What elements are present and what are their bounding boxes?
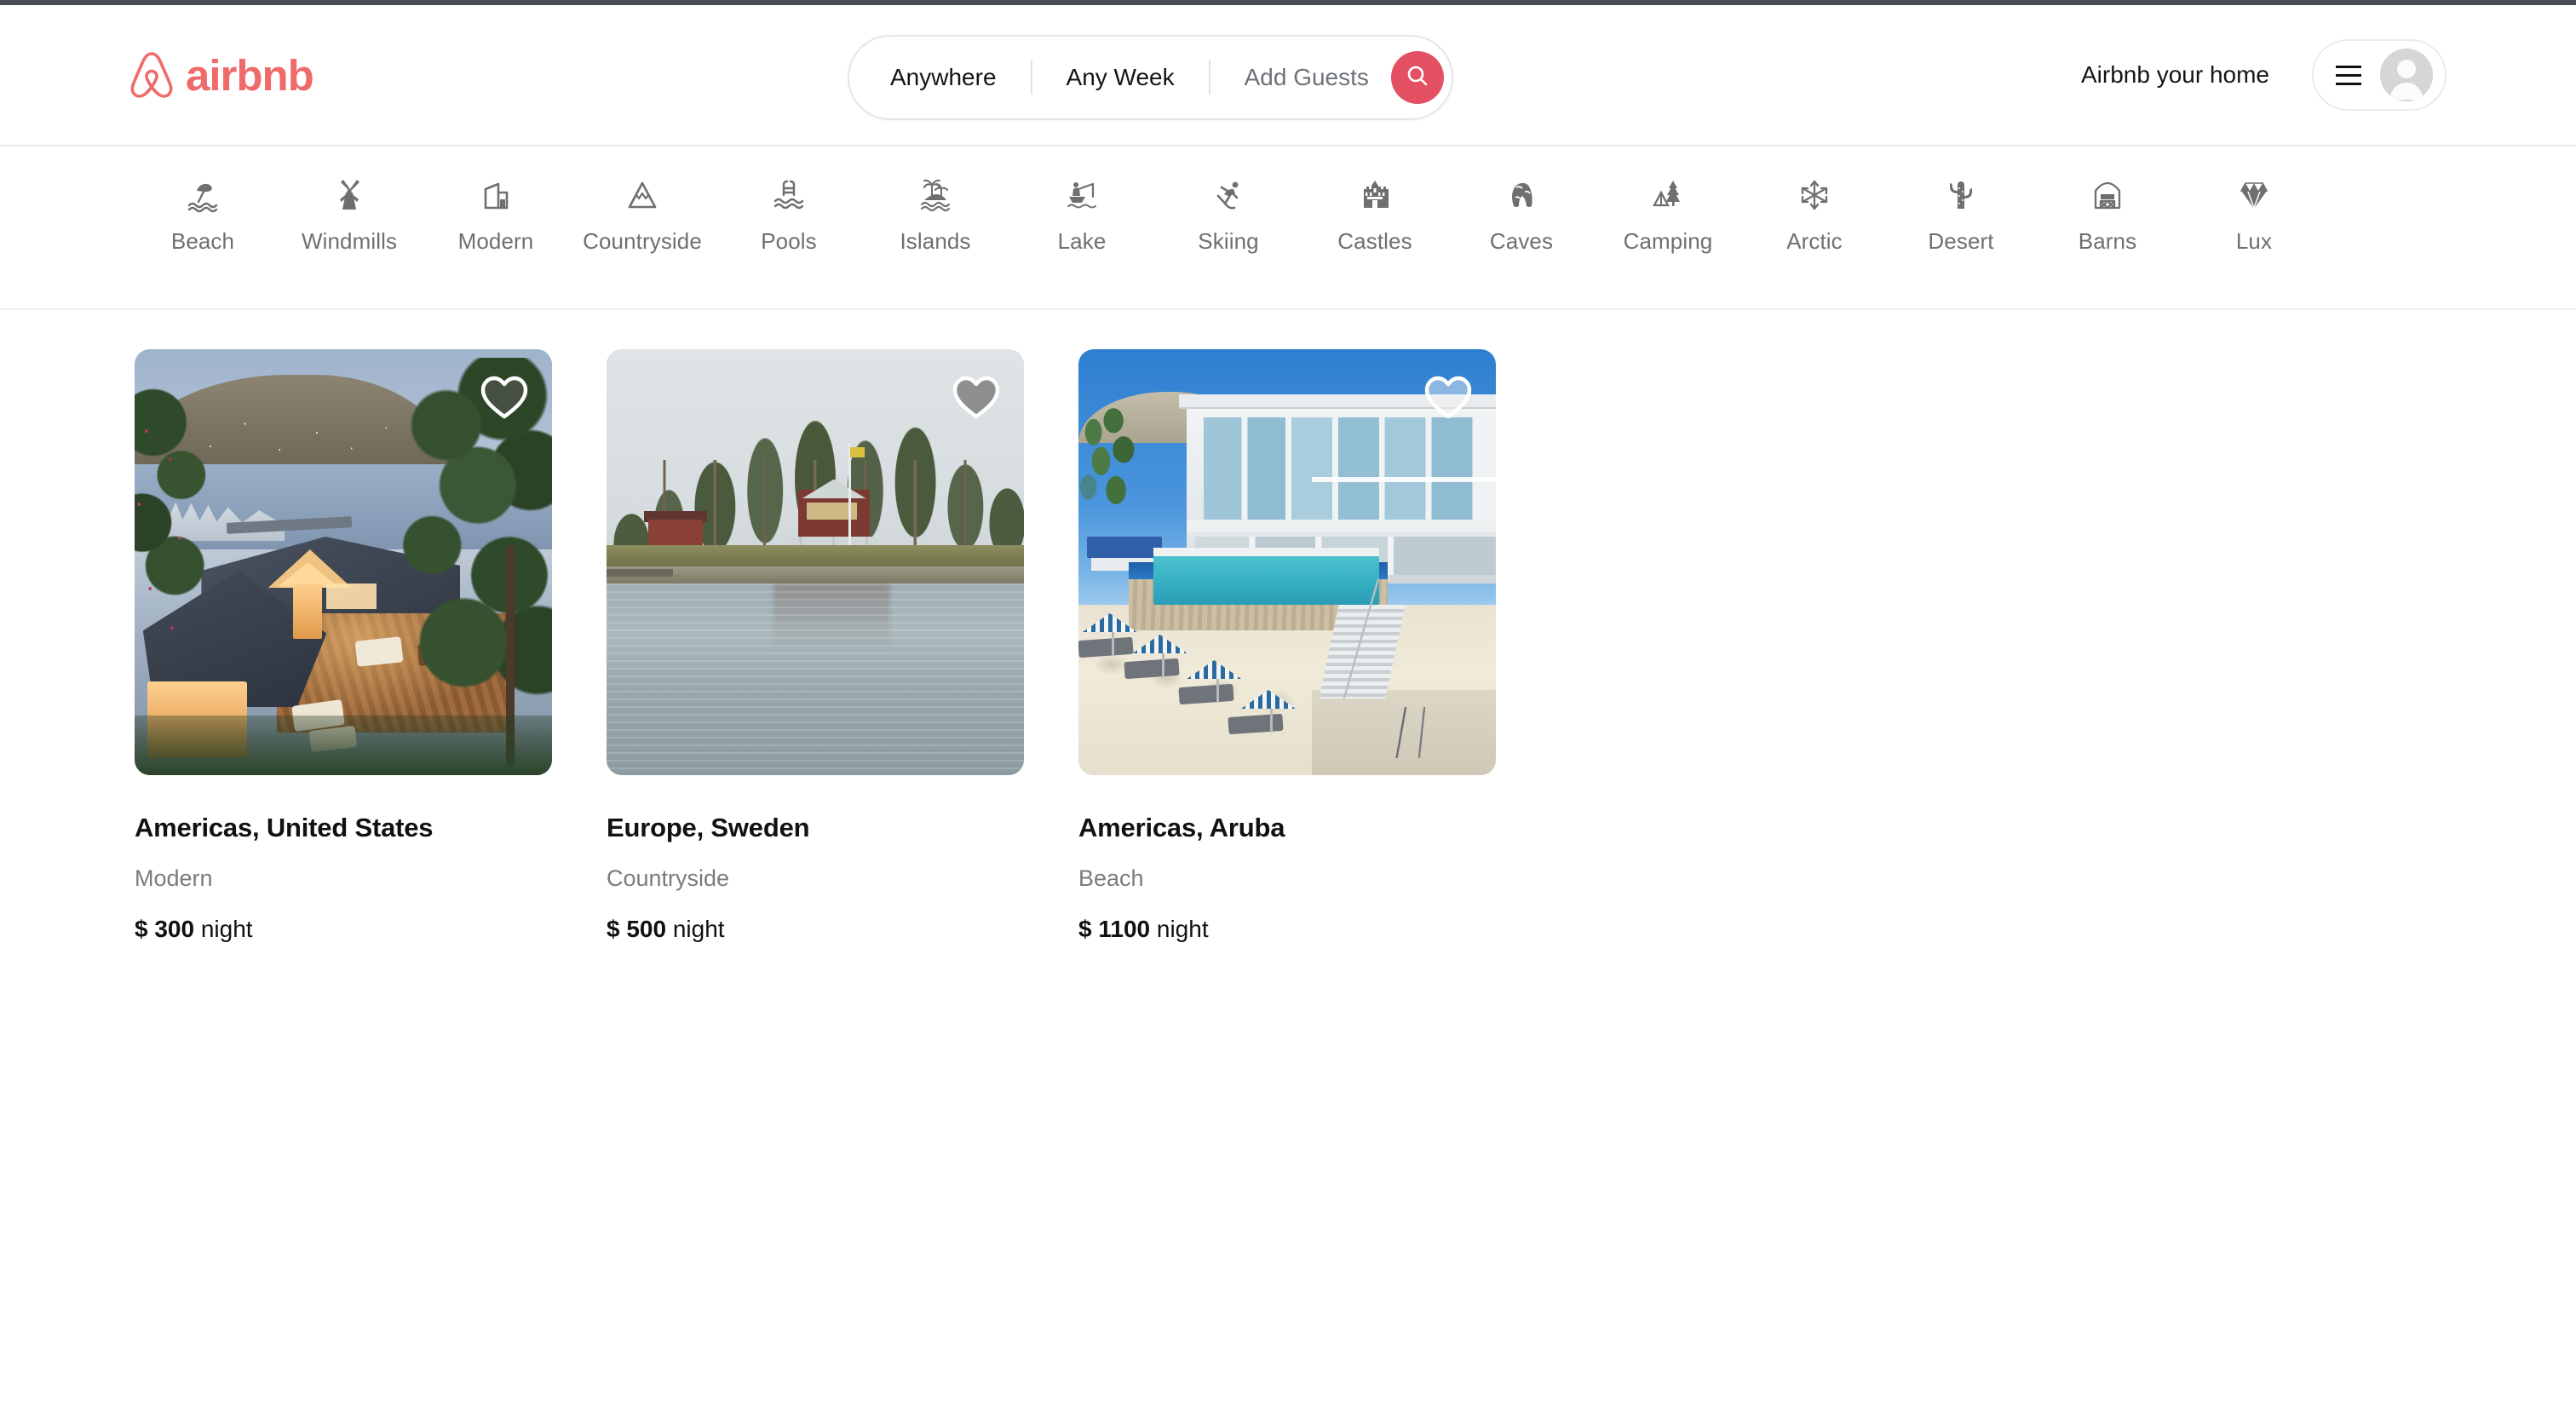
category-item-modern[interactable]: Modern <box>423 175 569 255</box>
category-item-barns[interactable]: Barns <box>2034 175 2181 255</box>
cave-icon <box>1504 175 1539 215</box>
listing-card[interactable]: Americas, United States Modern $ 300 nig… <box>135 349 552 943</box>
listing-image[interactable] <box>607 349 1024 775</box>
category-label: Lux <box>2235 228 2273 254</box>
header-right-group: Airbnb your home <box>2081 39 2447 111</box>
category-item-lux[interactable]: Lux <box>2181 175 2327 255</box>
category-label: Barns <box>2078 228 2137 254</box>
airbnb-your-home-link[interactable]: Airbnb your home <box>2081 61 2269 89</box>
category-item-skiing[interactable]: Skiing <box>1155 175 1302 255</box>
listing-category: Beach <box>1078 865 1144 891</box>
category-item-arctic[interactable]: Arctic <box>1741 175 1888 255</box>
category-label: Lake <box>1057 228 1107 254</box>
palm-island-icon <box>917 175 953 215</box>
windmill-icon <box>331 175 367 215</box>
category-label: Windmills <box>301 228 398 254</box>
pool-ladder-icon <box>771 175 807 215</box>
category-label: Countryside <box>583 228 702 254</box>
search-button[interactable] <box>1390 51 1444 104</box>
listing-price-value: 300 <box>154 916 195 942</box>
listing-price-value: 500 <box>626 916 667 942</box>
listing-category: Modern <box>135 865 213 891</box>
search-dates-field[interactable]: Any Week <box>1032 64 1209 91</box>
search-bar[interactable]: Anywhere Any Week Add Guests <box>848 35 1453 120</box>
listing-title: Europe, Sweden <box>607 813 810 842</box>
barn-icon <box>2090 175 2125 215</box>
listing-title: Americas, United States <box>135 813 434 842</box>
listing-image[interactable] <box>1078 349 1496 775</box>
category-label: Beach <box>170 228 235 254</box>
diamond-icon <box>2236 175 2272 215</box>
category-item-castles[interactable]: Castles <box>1302 175 1448 255</box>
category-label: Desert <box>1928 228 1994 254</box>
tent-tree-icon <box>1650 175 1686 215</box>
category-label: Modern <box>457 228 534 254</box>
airbnb-logo[interactable]: airbnb <box>129 50 314 100</box>
listing-price-unit: night <box>1156 916 1209 942</box>
category-label: Skiing <box>1198 228 1259 254</box>
category-item-lake[interactable]: Lake <box>1009 175 1155 255</box>
heart-icon[interactable] <box>952 375 1000 419</box>
category-label: Arctic <box>1786 228 1843 254</box>
category-item-pools[interactable]: Pools <box>716 175 862 255</box>
category-label: Islands <box>900 228 971 254</box>
category-item-islands[interactable]: Islands <box>862 175 1009 255</box>
category-label: Pools <box>761 228 817 254</box>
listing-currency: $ <box>1078 916 1092 942</box>
castle-icon <box>1357 175 1393 215</box>
hamburger-menu-icon[interactable] <box>2336 65 2361 85</box>
category-label: Castles <box>1337 228 1412 254</box>
category-label: Camping <box>1623 228 1713 254</box>
user-avatar-icon <box>2380 49 2433 101</box>
airbnb-belo-icon <box>129 51 174 99</box>
airbnb-wordmark: airbnb <box>186 50 314 100</box>
listing-price: $ 1100 night <box>1078 916 1496 943</box>
fishing-boat-icon <box>1064 175 1100 215</box>
category-item-caves[interactable]: Caves <box>1448 175 1595 255</box>
search-location-field[interactable]: Anywhere <box>890 64 1031 91</box>
skier-icon <box>1210 175 1246 215</box>
listing-currency: $ <box>135 916 148 942</box>
cactus-icon <box>1943 175 1979 215</box>
snowflake-icon <box>1797 175 1832 215</box>
category-item-countryside[interactable]: Countryside <box>569 175 716 255</box>
listing-category: Countryside <box>607 865 730 891</box>
category-nav[interactable]: Beach Windmills Modern Countryside Pools… <box>0 147 2576 310</box>
listing-price: $ 500 night <box>607 916 1024 943</box>
listing-currency: $ <box>607 916 620 942</box>
modern-building-icon <box>478 175 514 215</box>
site-header: airbnb Anywhere Any Week Add Guests Airb… <box>0 5 2576 147</box>
search-guests-field[interactable]: Add Guests <box>1210 64 1391 91</box>
search-icon <box>1405 63 1430 93</box>
heart-icon[interactable] <box>480 375 528 419</box>
category-item-windmills[interactable]: Windmills <box>276 175 423 255</box>
category-item-camping[interactable]: Camping <box>1595 175 1741 255</box>
listing-price-unit: night <box>200 916 253 942</box>
listing-price-unit: night <box>672 916 725 942</box>
user-menu-button[interactable] <box>2312 39 2447 111</box>
listing-price-value: 1100 <box>1098 916 1151 942</box>
category-item-beach[interactable]: Beach <box>129 175 276 255</box>
listing-card[interactable]: Europe, Sweden Countryside $ 500 night <box>607 349 1024 943</box>
listing-price: $ 300 night <box>135 916 552 943</box>
listings-grid: Americas, United States Modern $ 300 nig… <box>0 310 2576 943</box>
listing-title: Americas, Aruba <box>1078 813 1285 842</box>
mountain-icon <box>624 175 660 215</box>
heart-icon[interactable] <box>1424 375 1472 419</box>
listing-card[interactable]: Americas, Aruba Beach $ 1100 night <box>1078 349 1496 943</box>
beach-umbrella-icon <box>185 175 221 215</box>
listing-image[interactable] <box>135 349 552 775</box>
category-item-desert[interactable]: Desert <box>1888 175 2034 255</box>
category-label: Caves <box>1489 228 1554 254</box>
